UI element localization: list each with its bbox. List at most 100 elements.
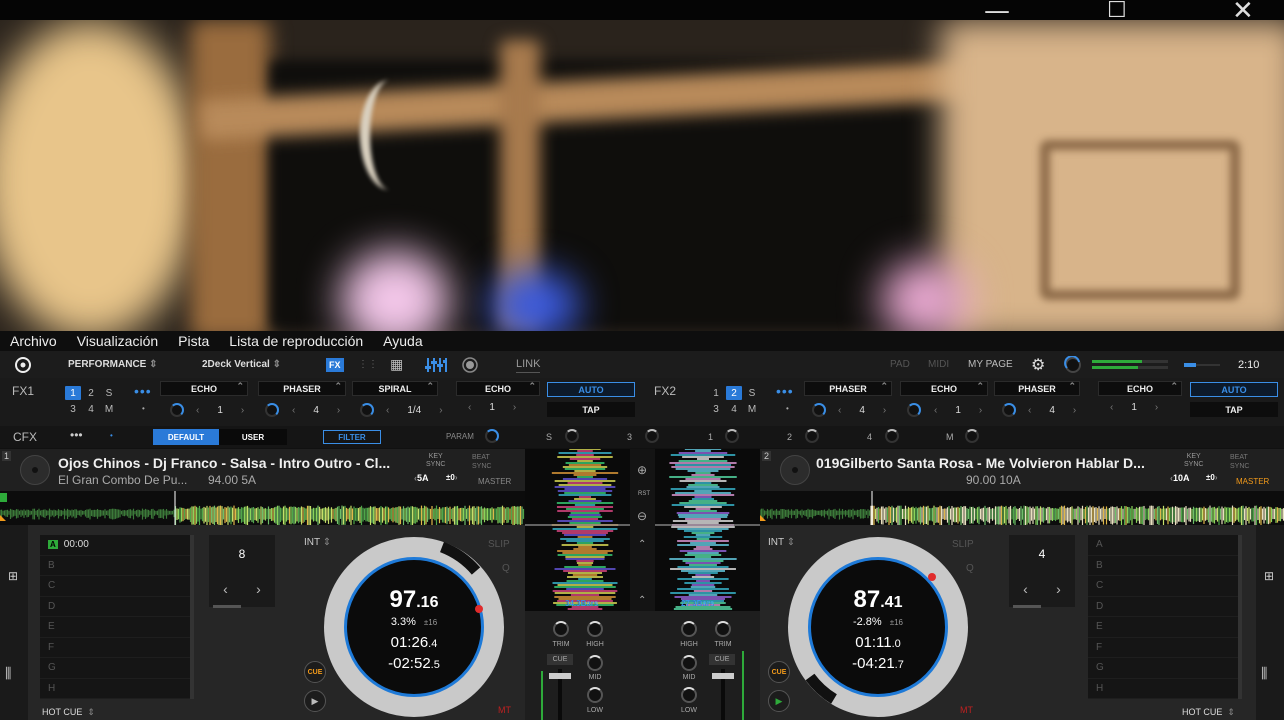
deck2-pads-icon[interactable]: ⊞ [1264,569,1274,583]
fx1-assign-m[interactable]: M [101,402,117,416]
zoom-out-icon[interactable]: ⊖ [637,509,647,523]
deck1-beat-sync[interactable]: BEAT SYNC [472,453,491,471]
link-button[interactable]: LINK [516,355,541,373]
deck2-key[interactable]: ‹10A [1170,473,1190,483]
fx2-slot1-value[interactable]: ‹ 4 › [838,405,886,416]
deck2-hotcue-f[interactable]: F [1088,638,1238,658]
deck1-waveform-icon[interactable]: ⫼ [5,665,11,682]
maximize-icon[interactable]: ☐ [1107,0,1127,23]
fx1-auto-button[interactable]: AUTO [547,382,635,397]
my-page-button[interactable]: MY PAGE [968,351,1013,378]
deck2-hotcue-a[interactable]: A [1088,535,1238,556]
fx2-assign-4[interactable]: 4 [726,402,742,416]
fx1-assign-2[interactable]: 2 [83,386,99,400]
fx1-more-icon[interactable]: ••• [134,383,152,399]
deck2-mixer-cue[interactable]: CUE [709,654,735,665]
deck2-low-knob[interactable] [681,687,697,703]
fx2-assign-2[interactable]: 2 [726,386,742,400]
pad-label[interactable]: PAD [890,351,910,378]
midi-label[interactable]: MIDI [928,351,949,378]
deck1-hotcue-f[interactable]: F [40,638,190,658]
sampler-icon[interactable]: ⋮⋮ [358,351,378,378]
deck2-hotcue-mode[interactable]: HOT CUE ⇕ [1182,707,1235,718]
deck-mode-select[interactable]: 2Deck Vertical ⇕ [202,351,281,378]
deck2-key-sync-label[interactable]: KEY SYNC [1184,453,1203,469]
deck2-hotcue-e[interactable]: E [1088,617,1238,638]
deck1-loop-double[interactable]: › [256,581,261,597]
menu-ayuda[interactable]: Ayuda [383,333,422,349]
deck2-play-button[interactable]: ▶ [768,690,790,712]
deck1-hotcue-scrollbar[interactable] [190,535,194,699]
headphone-volume-slider[interactable] [1184,351,1220,378]
deck1-cue-button[interactable]: CUE [304,661,326,683]
cfx-param-knob[interactable] [485,429,499,443]
fx1-slot1-value[interactable]: ‹ 1 › [196,405,244,416]
cfx-user-button[interactable]: USER [219,429,287,445]
menu-visualizacion[interactable]: Visualización [77,333,158,349]
cfx-knob-s[interactable] [565,429,579,443]
deck2-loop-half[interactable]: ‹ [1023,581,1028,597]
fx1-slot2-value[interactable]: ‹ 4 › [292,405,340,416]
deck2-cue-button[interactable]: CUE [768,661,790,683]
deck1-low-knob[interactable] [587,687,603,703]
deck2-loop-length[interactable]: 4 [1009,547,1075,561]
deck2-hotcue-d[interactable]: D [1088,597,1238,617]
deck1-hotcue-a[interactable]: A 00:00 [40,535,190,556]
deck1-fader-cap[interactable] [549,673,571,679]
deck2-loop-double[interactable]: › [1056,581,1061,597]
cfx-knob-2[interactable] [805,429,819,443]
fx2-auto-button[interactable]: AUTO [1190,382,1278,397]
deck1-mixer-cue[interactable]: CUE [547,654,573,665]
deck2-trim-knob[interactable] [715,621,731,637]
minimize-icon[interactable]: — [984,0,1010,26]
fx1-slot2-knob[interactable] [265,403,279,417]
deck1-hotcue-g[interactable]: G [40,658,190,679]
fx1-slot1-select[interactable]: ECHO [160,381,248,396]
cfx-knob-4[interactable] [885,429,899,443]
deck1-pads-icon[interactable]: ⊞ [8,569,18,583]
deck1-master-button[interactable]: MASTER [478,477,511,486]
deck1-key-sync-label[interactable]: KEY SYNC [426,453,445,469]
fx2-tap-button[interactable]: TAP [1190,402,1278,417]
fx2-slot2-select[interactable]: ECHO [900,381,988,396]
deck2-waveform-icon[interactable]: ⫼ [1261,665,1267,682]
deck1-hotcue-h[interactable]: H [40,679,190,699]
deck1-high-knob[interactable] [587,621,603,637]
deck1-hotcue-mode[interactable]: HOT CUE ⇕ [42,707,95,718]
fx1-slot3-value[interactable]: ‹ 1/4 › [386,405,443,416]
gear-icon[interactable]: ⚙ [1031,351,1045,378]
deck2-beat-sync[interactable]: BEAT SYNC [1230,453,1249,471]
scroll-up-icon-2[interactable]: ⌃ [638,595,646,606]
fx2-slot3-knob[interactable] [1002,403,1016,417]
deck2-hotcue-b[interactable]: B [1088,556,1238,576]
mixer-icon[interactable] [425,351,447,378]
fx2-slot1-select[interactable]: PHASER [804,381,892,396]
deck1-platter-icon[interactable] [20,455,50,485]
deck1-hotcue-b[interactable]: B [40,556,190,576]
fx2-slot3-select[interactable]: PHASER [994,381,1080,396]
fx1-assign-4[interactable]: 4 [83,402,99,416]
fx1-slot4-select[interactable]: ECHO [456,381,540,396]
fx2-assign-1[interactable]: 1 [708,386,724,400]
fx1-tap-button[interactable]: TAP [547,402,635,417]
menu-archivo[interactable]: Archivo [10,333,57,349]
fx2-assign-3[interactable]: 3 [708,402,724,416]
cfx-default-button[interactable]: DEFAULT [153,429,219,445]
deck2-fader-cap[interactable] [712,673,734,679]
menu-pista[interactable]: Pista [178,333,209,349]
fx2-slot1-knob[interactable] [812,403,826,417]
layout-select[interactable]: PERFORMANCE ⇕ [68,351,158,378]
deck2-waveform[interactable] [760,491,1284,525]
deck1-waveform[interactable] [0,491,525,525]
deck1-key-offset[interactable]: ±0› [446,473,458,482]
deck2-key-offset[interactable]: ±0› [1206,473,1218,482]
menu-lista-reproduccion[interactable]: Lista de reproducción [229,333,363,349]
deck2-hotcue-scrollbar[interactable] [1238,535,1242,699]
record-icon[interactable] [462,351,478,378]
deck1-jog-wheel[interactable]: 97.16 3.3% ±16 01:26.4 -02:52.5 [324,537,504,717]
deck1-loop-half[interactable]: ‹ [223,581,228,597]
fx2-slot2-knob[interactable] [907,403,921,417]
fx1-assign-3[interactable]: 3 [65,402,81,416]
deck2-hotcue-c[interactable]: C [1088,576,1238,597]
deck1-loop-length[interactable]: 8 [209,547,275,561]
